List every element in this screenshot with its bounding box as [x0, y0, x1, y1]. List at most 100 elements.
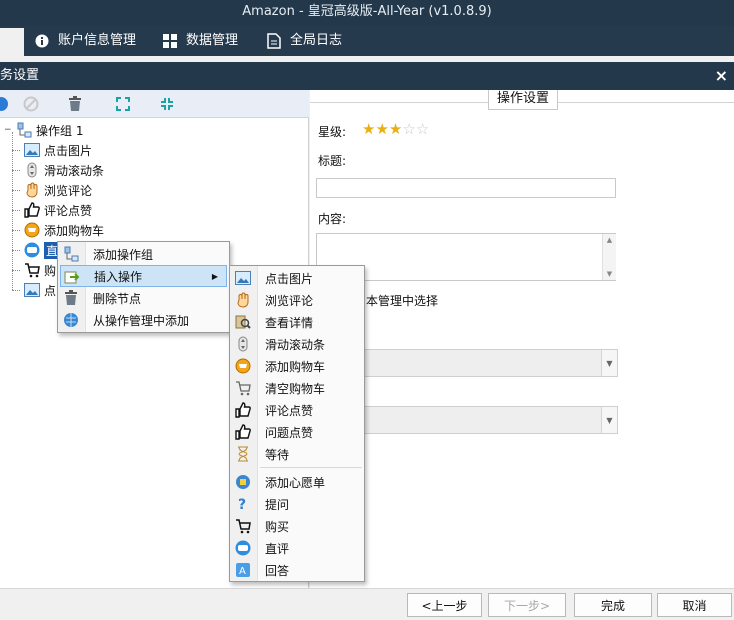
submenu-item-label: 问题点赞 [265, 425, 314, 440]
chat-icon [235, 540, 251, 556]
tree-node-label: 购 [44, 263, 57, 278]
tree-node-label: 添加购物车 [44, 223, 105, 238]
hand-icon [235, 292, 251, 308]
title-input[interactable] [316, 178, 616, 198]
thumbs-up-icon [24, 202, 40, 218]
submenu-separator [260, 467, 362, 468]
submenu-item-label: 清空购物车 [265, 381, 326, 396]
tree-node[interactable]: 购 [12, 260, 56, 280]
submenu-item[interactable]: ? 提问 [232, 493, 362, 515]
tree-toolbar [0, 90, 309, 118]
next-button[interactable]: 下一步> [488, 593, 566, 617]
submenu-item[interactable]: 添加购物车 [232, 355, 362, 377]
submenu-item[interactable]: 清空购物车 [232, 377, 362, 399]
menu-add-group[interactable]: 添加操作组 [60, 243, 227, 265]
tree-node[interactable]: 浏览评论 [12, 180, 92, 200]
submenu-item[interactable]: 直评 [232, 537, 362, 559]
tree-node[interactable]: 评论点赞 [12, 200, 92, 220]
tree-node[interactable]: 添加购物车 [12, 220, 104, 240]
cancel-button[interactable]: 取消 [657, 593, 732, 617]
collapse-toggle-icon[interactable]: − [4, 125, 12, 135]
chevron-down-icon[interactable]: ▼ [601, 407, 617, 433]
svg-text:?: ? [238, 497, 246, 512]
nav-label: 数据管理 [186, 33, 239, 48]
submenu-item[interactable]: 浏览评论 [232, 289, 362, 311]
finish-button[interactable]: 完成 [574, 593, 652, 617]
tree-node-label: 浏览评论 [44, 183, 93, 198]
tree-node-label: 点击图片 [44, 143, 93, 158]
disabled-icon[interactable] [22, 95, 40, 113]
submenu-item[interactable]: 添加心愿单 [232, 471, 362, 493]
submenu-item[interactable]: 点击图片 [232, 267, 362, 289]
nav-global-log[interactable]: 全局日志 [266, 26, 342, 56]
tree-node[interactable]: 滑动滚动条 [12, 160, 104, 180]
window-title: Amazon - 皇冠高级版-All-Year (v1.0.8.9) [242, 4, 492, 19]
submenu-item[interactable]: 滑动滚动条 [232, 333, 362, 355]
submenu-item-label: 提问 [265, 497, 290, 512]
menu-delete-node[interactable]: 删除节点 [60, 287, 227, 309]
group-title: 操作设置 [488, 90, 559, 110]
submenu-item[interactable]: 购买 [232, 515, 362, 537]
scroll-icon [24, 162, 40, 178]
menu-add-from-manager[interactable]: 从操作管理中添加 [60, 309, 227, 331]
prev-button[interactable]: <上一步 [407, 593, 482, 617]
star-icon[interactable]: ☆ [416, 122, 429, 137]
chevron-down-icon[interactable]: ▼ [601, 350, 617, 376]
close-icon[interactable]: × [715, 62, 728, 90]
submenu-item[interactable]: A 回答 [232, 559, 362, 581]
title-label: 标题: [318, 154, 347, 168]
menu-insert-action[interactable]: 插入操作 ▶ [60, 265, 227, 287]
tree-node[interactable]: 点 [12, 280, 56, 300]
star-icon[interactable]: ★ [362, 122, 375, 137]
tree-root[interactable]: − 操作组 1 [4, 120, 83, 140]
content-scrollbar[interactable]: ▲ ▼ [602, 234, 616, 280]
star-icon[interactable]: ★ [389, 122, 402, 137]
submenu-item[interactable]: 问题点赞 [232, 421, 362, 443]
group-icon [16, 122, 32, 138]
tree-node-label: 点 [44, 283, 57, 298]
submenu-item[interactable]: 等待 [232, 443, 362, 465]
settings-panel: 操作设置 星级: ★ ★ ★ ☆ ☆ 标题: 内容: ▲ ▼ 本管理中选择 ▼ ▼ [310, 90, 734, 588]
submenu-item[interactable]: 评论点赞 [232, 399, 362, 421]
image-icon [24, 142, 40, 158]
trash-icon[interactable] [66, 95, 84, 113]
insert-icon [64, 269, 80, 285]
image-icon [24, 282, 40, 298]
star-icon[interactable]: ★ [375, 122, 388, 137]
dialog-header: 务设置 × [0, 62, 734, 90]
dialog-title: 务设置 [0, 68, 40, 83]
nav-data-management[interactable]: 数据管理 [162, 26, 238, 56]
cart-add-icon [24, 222, 40, 238]
menu-item-label: 删除节点 [93, 291, 142, 306]
expand-icon[interactable] [114, 95, 132, 113]
nav-tab-active[interactable] [0, 28, 24, 56]
nav-label: 账户信息管理 [58, 33, 137, 48]
detail-icon [235, 314, 251, 330]
tree-root-label: 操作组 1 [36, 123, 84, 138]
cart-clear-icon [235, 380, 251, 396]
hand-icon [24, 182, 40, 198]
submenu-item-label: 等待 [265, 447, 290, 462]
add-icon[interactable] [0, 95, 10, 113]
nav-account-info[interactable]: 账户信息管理 [34, 26, 136, 56]
add-group-icon [63, 246, 79, 262]
checkbox-label[interactable]: 本管理中选择 [366, 292, 438, 309]
grid-icon [162, 33, 178, 49]
tree-node-selected[interactable]: 直 [12, 240, 61, 260]
content-label: 内容: [318, 212, 347, 226]
hourglass-icon [235, 446, 251, 462]
collapse-icon[interactable] [158, 95, 176, 113]
menu-item-label: 从操作管理中添加 [93, 313, 190, 328]
star-rating[interactable]: ★ ★ ★ ☆ ☆ [362, 122, 429, 137]
submenu-item-label: 点击图片 [265, 271, 314, 286]
question-icon: ? [235, 496, 251, 512]
cart-icon [235, 518, 251, 534]
submenu-item-label: 添加心愿单 [265, 475, 326, 490]
submenu-item-label: 回答 [265, 563, 290, 578]
star-label: 星级: [318, 125, 347, 139]
trash-icon [63, 290, 79, 306]
submenu-item-label: 添加购物车 [265, 359, 326, 374]
submenu-item[interactable]: 查看详情 [232, 311, 362, 333]
tree-node[interactable]: 点击图片 [12, 140, 92, 160]
star-icon[interactable]: ☆ [402, 122, 415, 137]
